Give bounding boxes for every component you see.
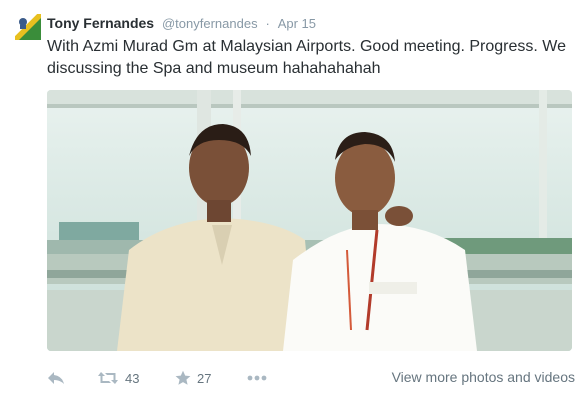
photo-image — [47, 90, 572, 351]
author-handle[interactable]: @tonyfernandes — [162, 16, 258, 31]
author-name[interactable]: Tony Fernandes — [47, 15, 154, 31]
favorite-button[interactable]: 27 — [175, 366, 211, 390]
favorite-count: 27 — [197, 370, 212, 386]
separator-dot: · — [265, 16, 270, 31]
reply-icon — [48, 372, 64, 384]
tweet-actions: 43 27 View more photos and videos — [47, 366, 575, 390]
tweet-header: Tony Fernandes @tonyfernandes · Apr 15 — [47, 14, 316, 33]
tweet-date[interactable]: Apr 15 — [278, 16, 316, 31]
avatar-flag-icon — [15, 14, 41, 40]
tweet-photo[interactable] — [47, 90, 572, 351]
retweet-button[interactable]: 43 — [97, 366, 139, 390]
view-more-link[interactable]: View more photos and videos — [392, 369, 575, 385]
more-dots-icon — [247, 375, 267, 381]
star-icon — [175, 370, 191, 385]
avatar[interactable] — [15, 14, 41, 40]
retweet-count: 43 — [125, 370, 140, 386]
tweet-text: With Azmi Murad Gm at Malaysian Airports… — [47, 38, 566, 77]
retweet-icon — [98, 372, 118, 384]
reply-button[interactable] — [47, 366, 65, 390]
more-button[interactable] — [247, 366, 267, 390]
